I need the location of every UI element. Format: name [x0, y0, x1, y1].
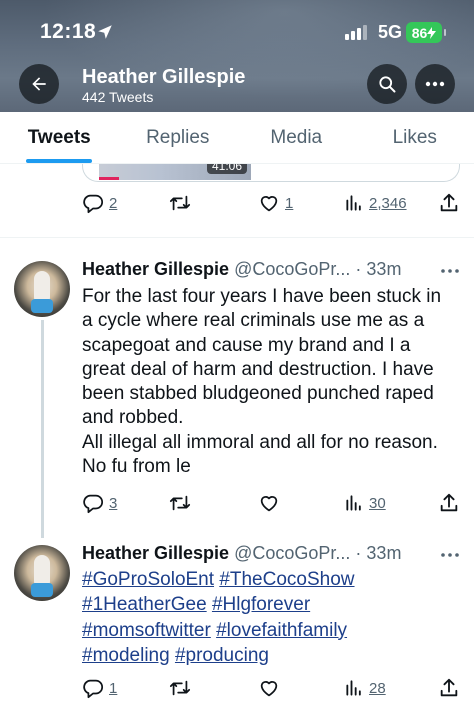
tweet-header: Heather Gillespie @CocoGoPr... · 33m — [82, 543, 401, 564]
heart-icon — [260, 681, 278, 697]
retweet-icon — [169, 680, 191, 696]
retweet-button[interactable] — [168, 491, 192, 515]
share-button[interactable] — [438, 191, 460, 215]
hashtag-link[interactable]: #Hlgforever — [212, 594, 310, 615]
prev-tweet-actions: 2 1 2,346 — [82, 191, 462, 215]
hashtag-link[interactable]: #1HeatherGee — [82, 594, 207, 615]
avatar[interactable] — [14, 261, 70, 317]
status-time: 12:18 — [40, 20, 97, 43]
views-chart-icon — [346, 195, 361, 211]
author-name[interactable]: Heather Gillespie — [82, 259, 229, 279]
tweet-text-line: been stabbed bludgeoned punched raped — [82, 383, 434, 405]
hashtag-list: #GoProSoloEnt #TheCocoShow #1HeatherGee … — [82, 567, 462, 668]
more-options-button[interactable] — [415, 64, 455, 104]
cellular-signal-icon — [345, 24, 367, 40]
views-button[interactable]: 28 — [344, 676, 386, 700]
views-chart-icon — [346, 680, 361, 696]
hashtag-link[interactable]: #momsoftwitter — [82, 620, 211, 641]
profile-tabs: Tweets Replies Media Likes — [0, 112, 474, 164]
author-handle[interactable]: @CocoGoPr... — [234, 259, 350, 279]
views-button[interactable]: 30 — [344, 491, 386, 515]
retweet-button[interactable] — [168, 191, 192, 215]
tweet-count: 442 Tweets — [82, 89, 154, 105]
ellipsis-icon — [441, 269, 459, 273]
tweet-actions: 3 30 — [82, 491, 462, 515]
tweet-time[interactable]: · 33m — [355, 259, 401, 279]
reply-icon — [83, 194, 104, 214]
tweet-text-line: All illegal all immoral and all for no r… — [82, 431, 438, 453]
tweet-more-button[interactable] — [438, 259, 462, 283]
share-button[interactable] — [438, 676, 460, 700]
profile-header: 12:18 5G 86 Heather Gillespie 442 Tweets — [0, 0, 474, 112]
reply-button[interactable]: 3 — [82, 491, 117, 515]
network-type: 5G — [378, 22, 403, 42]
like-count: 1 — [285, 194, 294, 212]
hashtag-link[interactable]: #producing — [175, 645, 269, 666]
hashtag-link[interactable]: #modeling — [82, 645, 170, 666]
thread-connector-line — [41, 320, 44, 538]
ellipsis-icon — [425, 81, 445, 87]
tweet-more-button[interactable] — [438, 543, 462, 567]
ellipsis-icon — [441, 553, 459, 557]
view-count: 28 — [369, 679, 386, 697]
tab-replies[interactable]: Replies — [119, 112, 238, 163]
author-name[interactable]: Heather Gillespie — [82, 543, 229, 563]
like-button[interactable]: 1 — [258, 191, 293, 215]
battery-icon: 86 — [406, 22, 446, 43]
reply-count: 2 — [109, 194, 118, 212]
reply-count: 3 — [109, 494, 118, 512]
battery-level: 86 — [411, 24, 428, 41]
search-button[interactable] — [367, 64, 407, 104]
tweet-text-line: For the last four years I have been stuc… — [82, 286, 442, 307]
tweet-text-line: No fu from le — [82, 456, 191, 478]
tweet-actions: 1 28 — [82, 676, 462, 700]
share-button[interactable] — [438, 491, 460, 515]
tweet-text-line: great deal of harm and destruction. I ha… — [82, 358, 434, 380]
tweet-text: For the last four years I have been stuc… — [82, 285, 462, 479]
like-button[interactable] — [258, 491, 280, 515]
reply-count: 1 — [109, 679, 118, 697]
tab-likes[interactable]: Likes — [356, 112, 474, 163]
avatar[interactable] — [14, 545, 70, 601]
reply-icon — [83, 679, 104, 699]
tweet-text-line: a cycle where real criminals use me as a — [82, 310, 425, 332]
view-count: 2,346 — [369, 194, 407, 212]
retweet-button[interactable] — [168, 676, 192, 700]
tweet-text-line: and robbed. — [82, 407, 184, 429]
tab-media[interactable]: Media — [237, 112, 356, 163]
reply-button[interactable]: 2 — [82, 191, 117, 215]
status-bar: 12:18 5G 86 — [0, 18, 474, 46]
tab-tweets[interactable]: Tweets — [0, 112, 119, 163]
share-icon — [440, 193, 458, 212]
hashtag-link[interactable]: #TheCocoShow — [219, 569, 354, 590]
views-chart-icon — [346, 495, 361, 511]
hashtag-link[interactable]: #GoProSoloEnt — [82, 569, 214, 590]
view-count: 30 — [369, 494, 386, 512]
tweet-text-line: scapegoat and cause my brand and I a — [82, 334, 411, 356]
reply-icon — [83, 494, 104, 514]
heart-icon — [260, 196, 278, 212]
heart-icon — [260, 496, 278, 512]
back-button[interactable] — [19, 64, 59, 104]
hashtag-link[interactable]: #lovefaithfamily — [216, 620, 347, 641]
profile-name: Heather Gillespie — [82, 66, 246, 88]
location-arrow-icon — [98, 25, 112, 39]
tweet-time[interactable]: · 33m — [355, 543, 401, 563]
like-button[interactable] — [258, 676, 280, 700]
retweet-icon — [169, 195, 191, 211]
author-handle[interactable]: @CocoGoPr... — [234, 543, 350, 563]
share-icon — [440, 493, 458, 512]
retweet-icon — [169, 495, 191, 511]
tweet-divider — [0, 237, 474, 238]
search-icon — [379, 76, 396, 93]
back-arrow-icon — [32, 77, 46, 91]
charging-bolt-icon — [427, 26, 437, 39]
share-icon — [440, 678, 458, 697]
reply-button[interactable]: 1 — [82, 676, 117, 700]
tweet-header: Heather Gillespie @CocoGoPr... · 33m — [82, 259, 401, 280]
views-button[interactable]: 2,346 — [344, 191, 407, 215]
